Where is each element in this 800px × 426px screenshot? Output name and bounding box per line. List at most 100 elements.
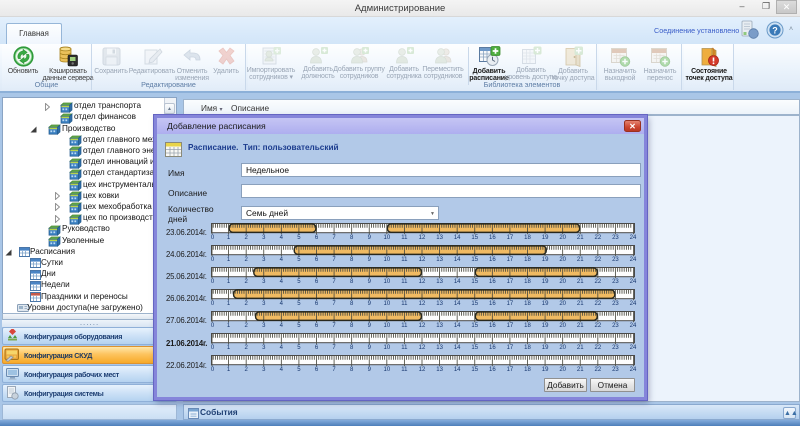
svg-text:3: 3 [262,278,266,284]
svg-text:20: 20 [559,278,566,284]
svg-text:24: 24 [630,301,637,307]
svg-text:19: 19 [542,345,549,351]
svg-text:0: 0 [211,301,215,307]
svg-text:17: 17 [507,278,514,284]
svg-text:21: 21 [577,323,584,329]
svg-text:16: 16 [489,234,496,240]
svg-text:6: 6 [315,256,319,262]
svg-text:18: 18 [524,301,531,307]
svg-text:1: 1 [227,256,231,262]
svg-text:19: 19 [542,234,549,240]
svg-text:22: 22 [594,323,601,329]
svg-text:17: 17 [507,234,514,240]
svg-text:8: 8 [350,256,354,262]
svg-text:0: 0 [211,345,215,351]
svg-text:13: 13 [436,278,443,284]
svg-text:9: 9 [368,345,372,351]
svg-text:17: 17 [507,256,514,262]
svg-text:11: 11 [401,345,408,351]
svg-text:5: 5 [297,345,301,351]
svg-text:16: 16 [489,301,496,307]
svg-text:21: 21 [577,345,584,351]
svg-text:22: 22 [594,301,601,307]
svg-text:10: 10 [383,234,390,240]
svg-text:2: 2 [244,278,248,284]
svg-text:12: 12 [419,234,426,240]
svg-text:14: 14 [454,278,461,284]
svg-text:2: 2 [244,323,248,329]
svg-text:12: 12 [419,256,426,262]
svg-text:7: 7 [332,278,336,284]
svg-text:11: 11 [401,234,408,240]
svg-text:1: 1 [227,278,231,284]
svg-text:1: 1 [227,234,231,240]
svg-text:3: 3 [262,345,266,351]
svg-text:0: 0 [211,278,215,284]
svg-text:20: 20 [559,345,566,351]
svg-text:21: 21 [577,278,584,284]
svg-text:24: 24 [630,345,637,351]
svg-text:8: 8 [350,323,354,329]
svg-text:18: 18 [524,345,531,351]
svg-text:12: 12 [419,301,426,307]
svg-text:1: 1 [227,301,231,307]
svg-text:3: 3 [262,234,266,240]
svg-text:6: 6 [315,278,319,284]
svg-text:24: 24 [630,278,637,284]
svg-text:4: 4 [280,278,284,284]
svg-text:8: 8 [350,301,354,307]
svg-text:24: 24 [630,323,637,329]
svg-text:23: 23 [612,301,619,307]
svg-text:3: 3 [262,367,266,373]
svg-text:19: 19 [542,367,549,373]
svg-text:23: 23 [612,278,619,284]
svg-text:10: 10 [383,323,390,329]
svg-text:18: 18 [524,367,531,373]
svg-text:23: 23 [612,323,619,329]
svg-text:9: 9 [368,301,372,307]
svg-text:19: 19 [542,301,549,307]
svg-text:22: 22 [594,234,601,240]
svg-text:23: 23 [612,234,619,240]
svg-text:21: 21 [577,301,584,307]
svg-text:2: 2 [244,234,248,240]
svg-text:11: 11 [401,367,408,373]
svg-text:4: 4 [280,234,284,240]
svg-text:0: 0 [211,234,215,240]
svg-text:11: 11 [401,301,408,307]
svg-text:10: 10 [383,256,390,262]
svg-text:20: 20 [559,301,566,307]
svg-text:19: 19 [542,256,549,262]
svg-text:6: 6 [315,367,319,373]
svg-text:8: 8 [350,234,354,240]
svg-text:6: 6 [315,345,319,351]
svg-text:15: 15 [471,278,478,284]
svg-text:18: 18 [524,278,531,284]
svg-text:19: 19 [542,323,549,329]
svg-text:1: 1 [227,345,231,351]
svg-text:20: 20 [559,234,566,240]
svg-text:6: 6 [315,234,319,240]
svg-text:5: 5 [297,256,301,262]
svg-text:10: 10 [383,301,390,307]
svg-text:22: 22 [594,278,601,284]
svg-text:19: 19 [542,278,549,284]
svg-text:14: 14 [454,345,461,351]
svg-text:12: 12 [419,345,426,351]
svg-text:9: 9 [368,234,372,240]
svg-text:1: 1 [227,323,231,329]
svg-text:7: 7 [332,234,336,240]
svg-text:16: 16 [489,278,496,284]
svg-text:22: 22 [594,345,601,351]
svg-text:4: 4 [280,301,284,307]
svg-text:3: 3 [262,301,266,307]
svg-text:16: 16 [489,323,496,329]
svg-text:15: 15 [471,345,478,351]
svg-text:18: 18 [524,256,531,262]
svg-text:4: 4 [280,323,284,329]
svg-text:13: 13 [436,256,443,262]
svg-text:15: 15 [471,367,478,373]
svg-text:5: 5 [297,367,301,373]
svg-text:9: 9 [368,323,372,329]
svg-text:9: 9 [368,367,372,373]
